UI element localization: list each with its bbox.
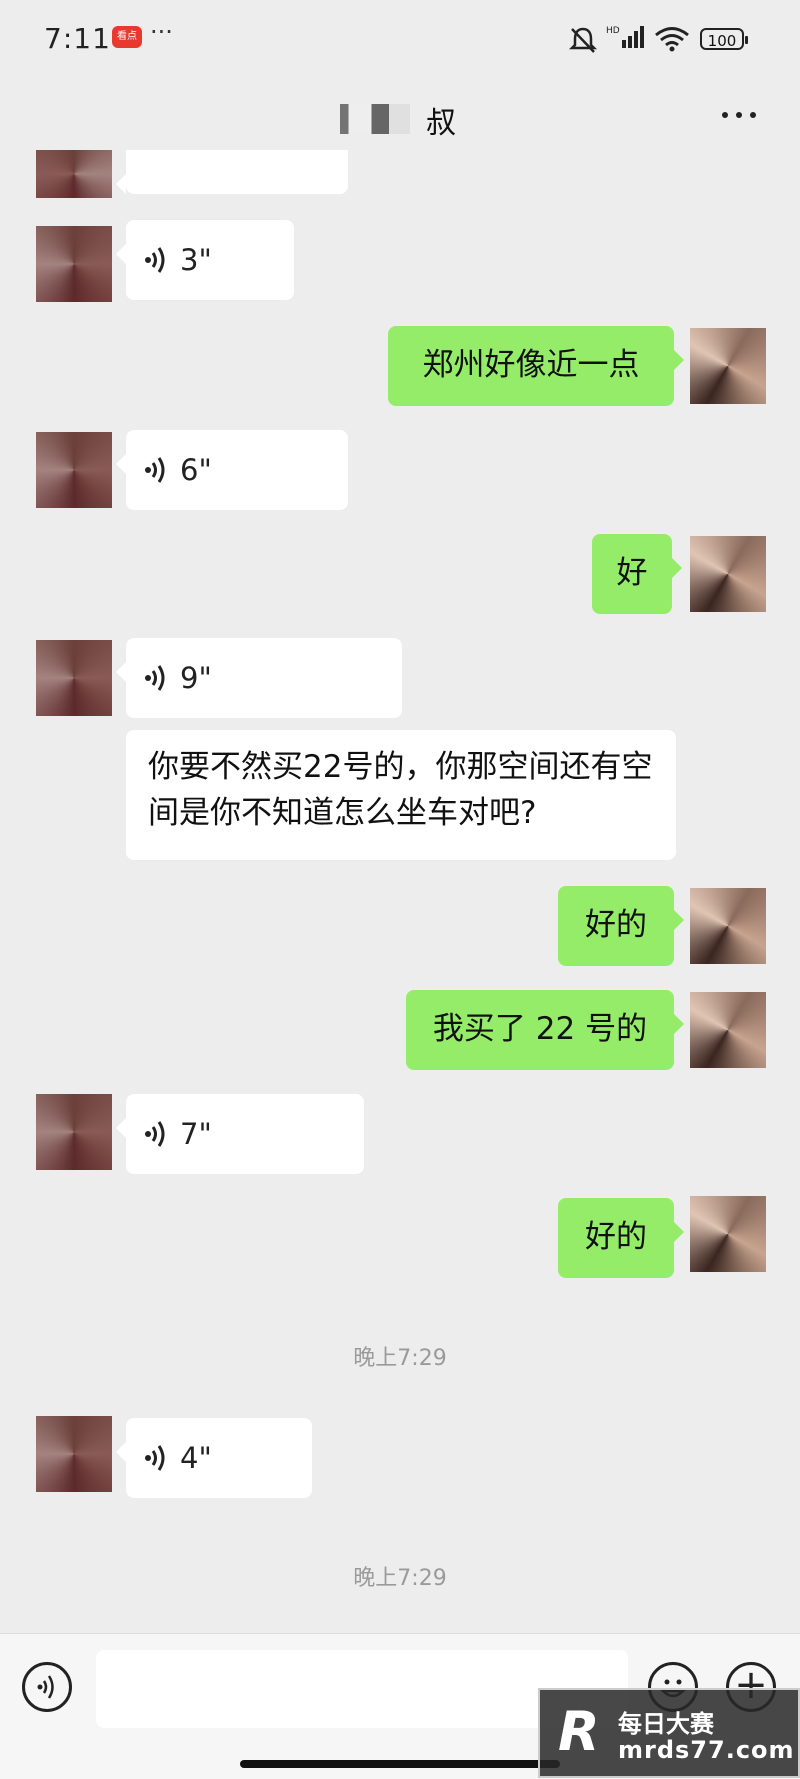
sent-message[interactable]: 好 — [592, 534, 682, 614]
user-avatar[interactable] — [690, 992, 766, 1068]
message-text: 好的 — [585, 1219, 647, 1255]
contact-avatar[interactable] — [36, 226, 112, 302]
svg-text:HD: HD — [606, 26, 620, 36]
user-avatar[interactable] — [690, 536, 766, 612]
message-text: 好 — [616, 555, 648, 591]
voice-wave-icon — [145, 1445, 165, 1471]
chat-title: 叔 — [426, 106, 456, 141]
contact-avatar[interactable] — [36, 1416, 112, 1492]
sent-message[interactable]: 好的 — [558, 886, 684, 966]
watermark-name: 每日大赛 — [618, 1710, 714, 1738]
watermark: R 每日大赛 mrds77.com — [538, 1688, 800, 1778]
message-timestamp: 晚上7:29 — [353, 1346, 447, 1371]
notification-app-icon: 看点 — [112, 26, 142, 48]
mute-bell-icon — [568, 27, 598, 53]
message-text: 郑州好像近一点 — [422, 347, 640, 383]
message-bubble-partial[interactable] — [116, 150, 348, 194]
voice-duration: 7" — [180, 1117, 212, 1151]
watermark-url: mrds77.com — [618, 1736, 795, 1764]
contact-avatar[interactable] — [36, 1094, 112, 1170]
sent-message[interactable]: 郑州好像近一点 — [388, 326, 684, 406]
voice-message[interactable]: 4" — [116, 1418, 312, 1498]
status-more-icon: ··· — [150, 18, 173, 46]
voice-duration: 3" — [180, 243, 212, 277]
signal-icon: HD — [606, 26, 644, 48]
more-options-button[interactable] — [722, 104, 762, 124]
voice-wave-icon — [145, 1121, 165, 1147]
user-avatar[interactable] — [690, 328, 766, 404]
voice-message[interactable]: 3" — [116, 220, 294, 300]
voice-input-icon[interactable] — [22, 1662, 72, 1712]
voice-wave-icon — [37, 1675, 54, 1699]
voice-message[interactable]: 9" — [116, 638, 402, 718]
voice-wave-icon — [145, 665, 165, 691]
contact-avatar[interactable] — [36, 432, 112, 508]
message-text: 我买了 22 号的 — [432, 1011, 648, 1047]
message-text: 你要不然买22号的，你那空间还有空间是你不知道怎么坐车对吧? — [148, 749, 653, 831]
voice-message[interactable]: 7" — [116, 1094, 364, 1174]
received-message[interactable]: 你要不然买22号的，你那空间还有空间是你不知道怎么坐车对吧? — [126, 730, 676, 860]
user-avatar[interactable] — [690, 1196, 766, 1272]
message-text: 好的 — [585, 907, 647, 943]
voice-wave-icon — [145, 457, 165, 483]
sent-message[interactable]: 好的 — [558, 1198, 684, 1278]
home-indicator[interactable] — [240, 1760, 560, 1768]
sent-message[interactable]: 我买了 22 号的 — [406, 990, 684, 1070]
user-avatar[interactable] — [690, 888, 766, 964]
voice-duration: 6" — [180, 453, 212, 487]
message-timestamp: 晚上7:29 — [353, 1566, 447, 1591]
voice-duration: 9" — [180, 661, 212, 695]
contact-avatar[interactable] — [36, 150, 112, 198]
status-time: 7:11 — [44, 22, 111, 55]
battery-icon: 100 — [700, 28, 748, 50]
voice-duration: 4" — [180, 1441, 212, 1475]
watermark-logo: R — [558, 1700, 600, 1763]
voice-message[interactable]: 6" — [116, 430, 348, 510]
wifi-icon — [655, 27, 689, 52]
contact-avatar[interactable] — [36, 640, 112, 716]
voice-wave-icon — [145, 247, 165, 273]
